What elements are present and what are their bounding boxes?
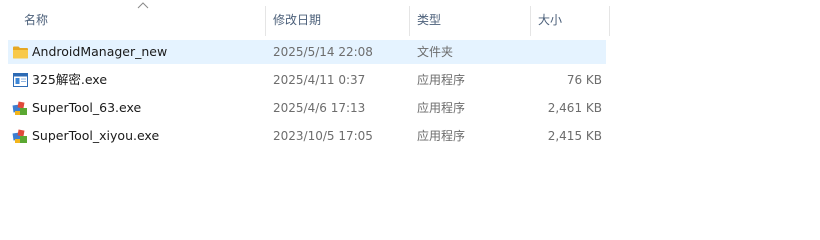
file-row-supertool-xiyou[interactable]: SuperTool_xiyou.exe 2023/10/5 17:05 应用程序… xyxy=(8,124,606,148)
file-date-modified: 2025/4/6 17:13 xyxy=(273,101,366,115)
column-header-name[interactable]: 名称 xyxy=(24,12,48,28)
file-row-325-decrypt[interactable]: 325解密.exe 2025/4/11 0:37 应用程序 76 KB xyxy=(8,68,606,92)
file-name: SuperTool_63.exe xyxy=(32,100,142,115)
file-type: 应用程序 xyxy=(417,101,466,115)
file-name: AndroidManager_new xyxy=(32,44,168,59)
application-exe-icon xyxy=(12,101,27,115)
file-date-modified: 2025/4/11 0:37 xyxy=(273,73,366,87)
file-name: 325解密.exe xyxy=(32,72,108,87)
file-type: 文件夹 xyxy=(417,45,454,59)
file-name: SuperTool_xiyou.exe xyxy=(32,128,160,143)
file-row-supertool-63[interactable]: SuperTool_63.exe 2025/4/6 17:13 应用程序 2,4… xyxy=(8,96,606,120)
folder-icon xyxy=(13,46,28,59)
file-date-modified: 2023/10/5 17:05 xyxy=(273,129,373,143)
file-size xyxy=(528,40,602,64)
column-divider[interactable] xyxy=(265,6,266,36)
column-header-date[interactable]: 修改日期 xyxy=(273,12,321,28)
file-size: 2,461 KB xyxy=(547,101,602,115)
file-type: 应用程序 xyxy=(417,73,466,87)
file-type: 应用程序 xyxy=(417,129,466,143)
file-date-modified: 2025/5/14 22:08 xyxy=(273,45,373,59)
column-header-type[interactable]: 类型 xyxy=(417,12,441,28)
column-header-bar: 名称 修改日期 类型 大小 xyxy=(0,0,610,36)
application-window-icon xyxy=(13,73,28,87)
column-divider[interactable] xyxy=(530,6,531,36)
sort-ascending-icon xyxy=(137,2,149,9)
file-row-androidmanager[interactable]: AndroidManager_new 2025/5/14 22:08 文件夹 xyxy=(8,40,606,64)
column-divider[interactable] xyxy=(409,6,410,36)
column-divider[interactable] xyxy=(609,6,610,36)
file-size: 76 KB xyxy=(566,73,602,87)
application-exe-icon xyxy=(12,129,27,143)
file-size: 2,415 KB xyxy=(547,129,602,143)
column-header-size[interactable]: 大小 xyxy=(538,12,562,28)
